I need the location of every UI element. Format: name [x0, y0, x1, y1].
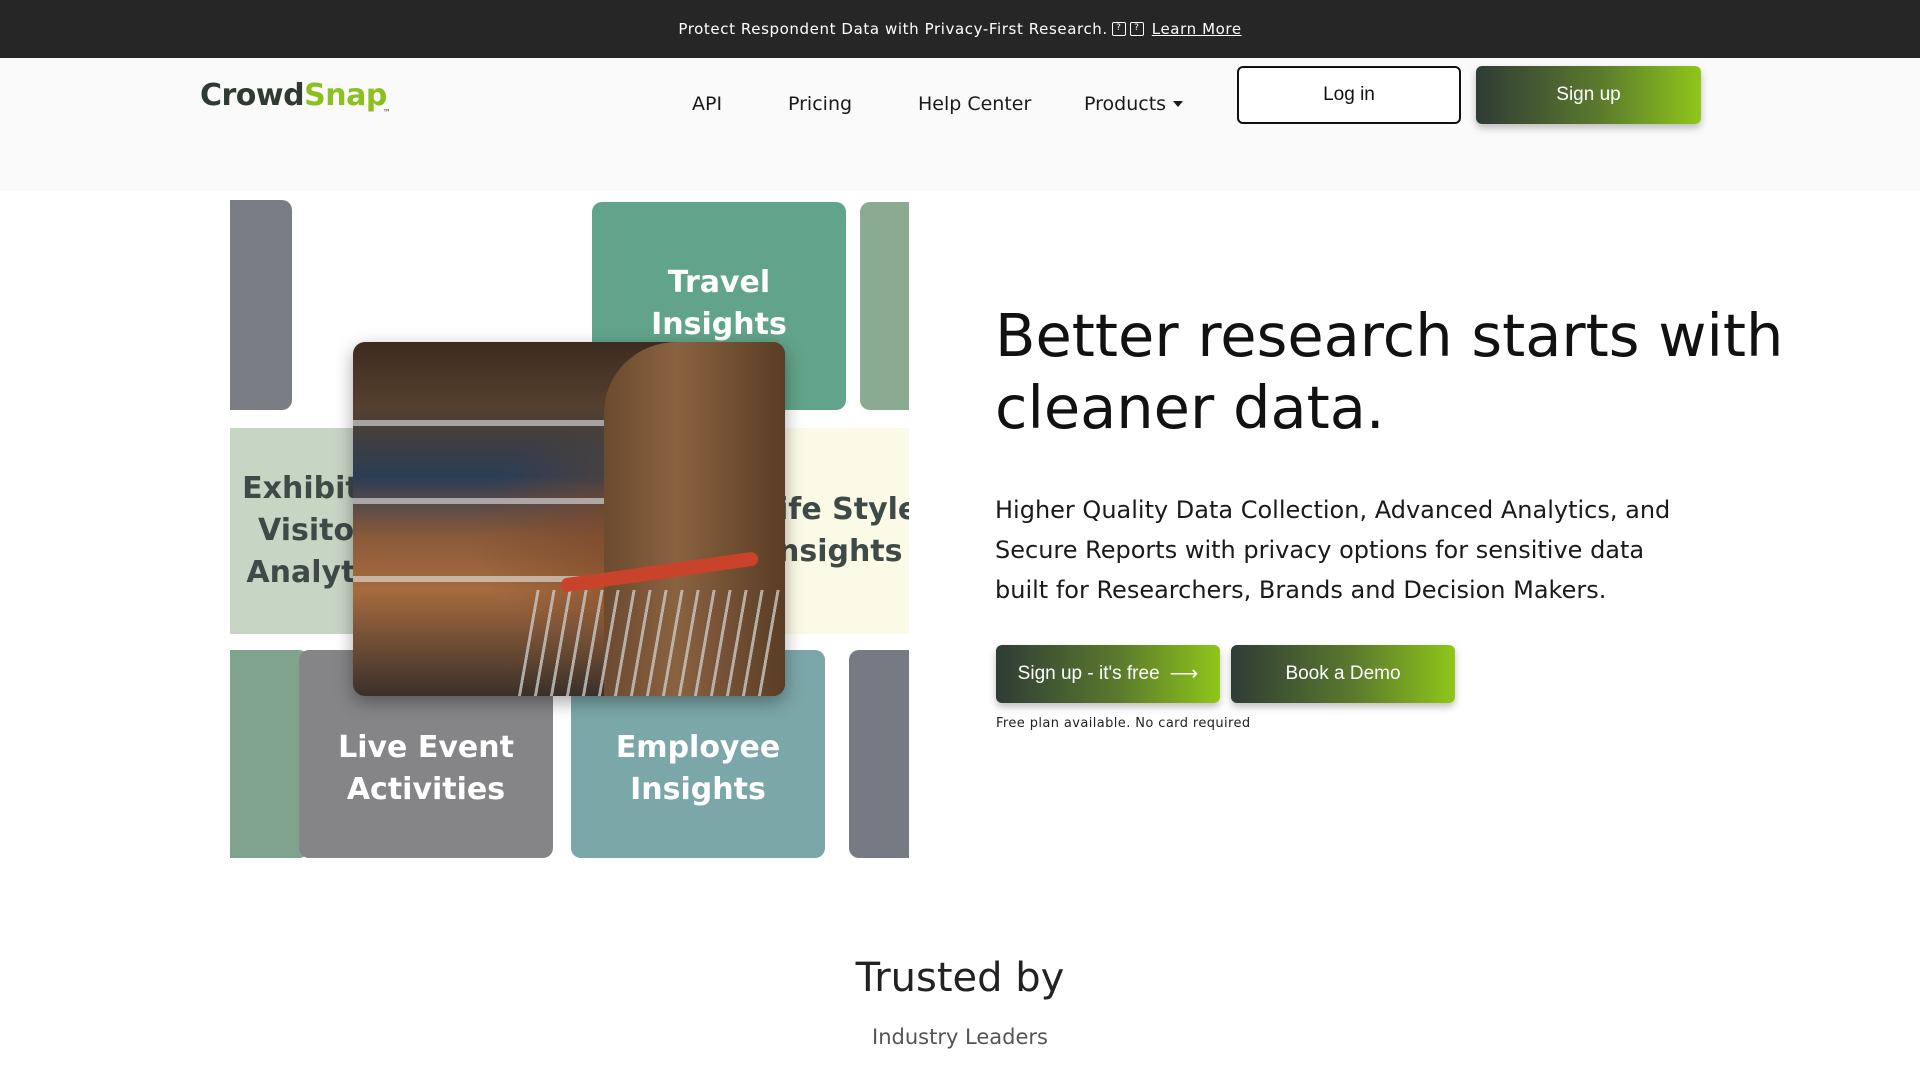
tile-label: nsights — [778, 534, 903, 569]
trusted-by-heading: Trusted by — [855, 955, 1065, 1001]
nav-pricing-label: Pricing — [788, 93, 853, 115]
signup-free-button[interactable]: Sign up - it's free ⟶ — [996, 645, 1220, 703]
logo-text-crowd: Crowd — [200, 78, 305, 113]
hero-title-line: cleaner data. — [995, 373, 1385, 442]
nav-help-center[interactable]: Help Center — [918, 84, 1031, 124]
industry-leaders-subheading: Industry Leaders — [872, 1025, 1048, 1049]
nav-products-label: Products — [1084, 93, 1167, 115]
hero-subtitle-line: built for Researchers, Brands and Decisi… — [995, 576, 1607, 604]
caret-down-icon — [1173, 101, 1184, 107]
tile-label: Visito — [258, 513, 355, 548]
site-header: Crowd Snap ™ API Pricing Help Center Pro… — [0, 58, 1920, 191]
hero-subtitle: Higher Quality Data Collection, Advanced… — [995, 490, 1715, 610]
announcement-text: Protect Respondent Data with Privacy-Fir… — [678, 20, 1108, 38]
collage-tile-sage — [230, 650, 309, 858]
book-demo-button[interactable]: Book a Demo — [1231, 645, 1455, 703]
signup-button[interactable]: Sign up — [1476, 66, 1701, 124]
tile-label: Travel — [667, 265, 771, 300]
hero-collage: Travel Insights Exhibiti Visito Analyti … — [230, 200, 909, 860]
collage-tile-lifestyle: ife Style nsights — [770, 428, 909, 634]
tile-label: Employee — [615, 730, 781, 765]
signup-button-label: Sign up — [1556, 84, 1621, 105]
logo-text-snap: Snap — [304, 78, 387, 113]
nav-help-center-label: Help Center — [918, 93, 1032, 115]
login-button[interactable]: Log in — [1237, 66, 1461, 124]
tile-label: ife Style — [778, 492, 909, 527]
announcement-bar: Protect Respondent Data with Privacy-Fir… — [0, 0, 1920, 58]
nav-api[interactable]: API — [692, 84, 722, 124]
photo-cart-basket — [515, 589, 785, 696]
tile-label: Analyti — [246, 555, 366, 590]
logo-trademark: ™ — [382, 108, 391, 117]
tile-label: Activities — [346, 772, 506, 807]
missing-glyph-icon: ? — [1129, 22, 1144, 36]
collage-tile-gray — [230, 200, 292, 410]
login-button-label: Log in — [1323, 84, 1375, 105]
nav-api-label: API — [692, 93, 723, 115]
signup-free-label: Sign up - it's free — [1017, 663, 1160, 684]
shopping-cart-photo — [353, 342, 785, 696]
hero-subtitle-line: Higher Quality Data Collection, Advanced… — [995, 496, 1671, 524]
arrow-right-icon: ⟶ — [1169, 663, 1199, 685]
hero-title: Better research starts with cleaner data… — [995, 300, 1815, 444]
tile-label: Insights — [651, 307, 787, 342]
collage-tile-sage — [860, 202, 909, 410]
crowdsnap-logo[interactable]: Crowd Snap ™ — [200, 78, 391, 117]
nav-products-dropdown[interactable]: Products — [1084, 84, 1184, 124]
hero-title-line: Better research starts with — [995, 301, 1784, 370]
nav-pricing[interactable]: Pricing — [788, 84, 852, 124]
hero-subtitle-line: Secure Reports with privacy options for … — [995, 536, 1645, 564]
tile-label: Exhibiti — [242, 471, 370, 506]
tile-label: Insights — [630, 772, 766, 807]
missing-glyph-icon: ? — [1111, 22, 1126, 36]
collage-tile-gray — [849, 650, 909, 858]
tile-label: Live Event — [338, 730, 514, 765]
book-demo-label: Book a Demo — [1285, 663, 1401, 684]
learn-more-link[interactable]: Learn More — [1152, 20, 1242, 38]
free-plan-note: Free plan available. No card required — [996, 716, 1251, 731]
